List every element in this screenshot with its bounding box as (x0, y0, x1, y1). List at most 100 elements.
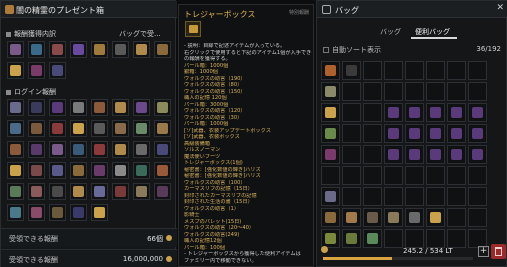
reward-slot[interactable] (91, 120, 108, 137)
reward-slot[interactable] (49, 120, 66, 137)
reward-slot[interactable] (91, 162, 108, 179)
reward-slot[interactable] (112, 99, 129, 116)
bag-slot[interactable] (426, 187, 445, 206)
bag-slot[interactable] (321, 187, 340, 206)
bag-slot[interactable] (342, 103, 361, 122)
reward-slot[interactable] (133, 183, 150, 200)
reward-slot[interactable] (91, 41, 108, 58)
reward-slot[interactable] (133, 141, 150, 158)
bag-slot[interactable] (447, 229, 466, 248)
reward-slot[interactable] (91, 183, 108, 200)
bag-slot[interactable] (384, 187, 403, 206)
bag-slot[interactable] (468, 145, 487, 164)
bag-titlebar[interactable]: バッグ ✕ (317, 1, 507, 18)
bag-slot[interactable] (447, 208, 466, 227)
bag-slot[interactable] (405, 145, 424, 164)
reward-slot[interactable] (112, 162, 129, 179)
bag-slot[interactable] (342, 61, 361, 80)
reward-slot[interactable] (133, 162, 150, 179)
bag-slot[interactable] (321, 103, 340, 122)
reward-slot[interactable] (91, 141, 108, 158)
bag-slot[interactable] (405, 82, 424, 101)
bag-slot[interactable] (447, 124, 466, 143)
receive-to-bag-button[interactable]: バッグで受... (119, 29, 161, 39)
bag-slot[interactable] (321, 145, 340, 164)
bag-slot[interactable] (384, 145, 403, 164)
bag-slot[interactable] (363, 187, 382, 206)
reward-slot[interactable] (70, 162, 87, 179)
bag-slot[interactable] (363, 145, 382, 164)
bag-slot[interactable] (321, 208, 340, 227)
reward-slot[interactable] (154, 141, 171, 158)
reward-slot[interactable] (154, 41, 171, 58)
reward-slot[interactable] (70, 141, 87, 158)
tab-bag[interactable]: バッグ (380, 27, 401, 37)
bag-slot[interactable] (405, 124, 424, 143)
bag-slot[interactable] (468, 61, 487, 80)
bag-slot[interactable] (363, 208, 382, 227)
reward-slot[interactable] (91, 99, 108, 116)
reward-slot[interactable] (28, 183, 45, 200)
bag-slot[interactable] (447, 187, 466, 206)
reward-slot[interactable] (28, 162, 45, 179)
bag-slot[interactable] (342, 166, 361, 185)
bag-slot[interactable] (321, 61, 340, 80)
bag-slot[interactable] (342, 208, 361, 227)
bag-slot[interactable] (405, 61, 424, 80)
bag-slot[interactable] (342, 229, 361, 248)
reward-slot[interactable] (70, 183, 87, 200)
reward-slot[interactable] (70, 41, 87, 58)
reward-slot[interactable] (91, 204, 108, 221)
bag-slot[interactable] (405, 229, 424, 248)
bag-slot[interactable] (447, 61, 466, 80)
reward-slot[interactable] (70, 99, 87, 116)
reward-slot[interactable] (49, 183, 66, 200)
bag-slot[interactable] (468, 187, 487, 206)
bag-slot[interactable] (342, 124, 361, 143)
reward-slot[interactable] (112, 183, 129, 200)
reward-slot[interactable] (7, 41, 24, 58)
reward-slot[interactable] (133, 120, 150, 137)
bag-slot[interactable] (363, 61, 382, 80)
reward-slot[interactable] (112, 41, 129, 58)
bag-slot[interactable] (363, 229, 382, 248)
expand-button[interactable]: + (478, 246, 489, 257)
reward-slot[interactable] (7, 204, 24, 221)
reward-slot[interactable] (28, 99, 45, 116)
reward-slot[interactable] (49, 99, 66, 116)
close-icon[interactable]: ✕ (496, 3, 504, 13)
reward-slot[interactable] (49, 204, 66, 221)
bag-slot[interactable] (384, 208, 403, 227)
reward-slot[interactable] (70, 120, 87, 137)
bag-slot[interactable] (342, 82, 361, 101)
reward-slot[interactable] (28, 204, 45, 221)
reward-slot[interactable] (154, 99, 171, 116)
bag-slot[interactable] (342, 145, 361, 164)
bag-slot[interactable] (426, 124, 445, 143)
bag-slot[interactable] (426, 61, 445, 80)
reward-slot[interactable] (133, 99, 150, 116)
bag-slot[interactable] (468, 82, 487, 101)
bag-slot[interactable] (405, 103, 424, 122)
reward-slot[interactable] (49, 162, 66, 179)
reward-slot[interactable] (28, 41, 45, 58)
reward-slot[interactable] (112, 120, 129, 137)
bag-slot[interactable] (447, 82, 466, 101)
reward-slot[interactable] (70, 204, 87, 221)
bag-slot[interactable] (405, 187, 424, 206)
reward-slot[interactable] (112, 141, 129, 158)
bag-slot[interactable] (468, 124, 487, 143)
reward-slot[interactable] (7, 162, 24, 179)
reward-slot[interactable] (154, 162, 171, 179)
present-box-titlebar[interactable]: 闇の精霊のプレゼント箱 (1, 1, 177, 18)
reward-slot[interactable] (7, 141, 24, 158)
bag-slot[interactable] (384, 124, 403, 143)
bag-slot[interactable] (426, 82, 445, 101)
bag-slot[interactable] (384, 103, 403, 122)
reward-slot[interactable] (49, 62, 66, 79)
reward-slot[interactable] (28, 62, 45, 79)
bag-slot[interactable] (384, 229, 403, 248)
reward-slot[interactable] (7, 183, 24, 200)
reward-slot[interactable] (7, 62, 24, 79)
reward-slot[interactable] (154, 120, 171, 137)
